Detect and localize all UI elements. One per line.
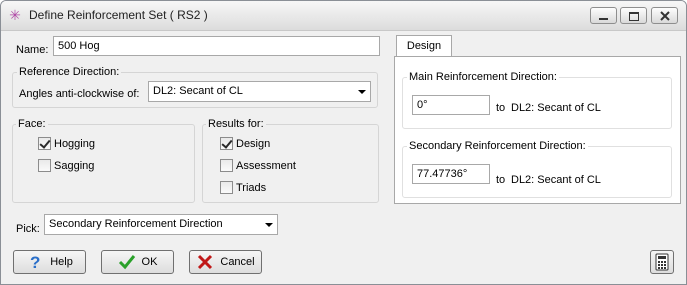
cancel-button[interactable]: Cancel <box>189 250 262 274</box>
triads-label: Triads <box>236 182 267 194</box>
assessment-checkbox[interactable] <box>220 159 233 172</box>
results-for-title: Results for: <box>206 118 266 130</box>
reinforcement-set-icon: ✳ <box>9 7 21 23</box>
sagging-label: Sagging <box>54 160 95 172</box>
minimize-button[interactable] <box>590 7 617 24</box>
main-direction-field[interactable]: 0° <box>412 95 490 115</box>
chevron-down-icon <box>265 223 273 227</box>
secondary-direction-field[interactable]: 77.47736° <box>412 164 490 184</box>
pick-value: Secondary Reinforcement Direction <box>49 218 223 230</box>
sagging-checkbox[interactable] <box>38 159 51 172</box>
secondary-to-label: to <box>496 174 506 186</box>
pick-label: Pick: <box>16 223 40 235</box>
svg-text:?: ? <box>30 253 40 271</box>
angles-reference-select[interactable]: DL2: Secant of CL <box>148 81 371 102</box>
triads-checkbox[interactable] <box>220 181 233 194</box>
window-title: Define Reinforcement Set ( RS2 ) <box>29 8 208 22</box>
tab-design[interactable]: Design <box>396 35 452 57</box>
hogging-label: Hogging <box>54 138 95 150</box>
face-title: Face: <box>16 118 48 130</box>
maximize-button[interactable] <box>620 7 647 24</box>
name-label: Name: <box>16 44 48 56</box>
dialog-window: ✳ Define Reinforcement Set ( RS2 ) Name:… <box>0 0 687 285</box>
main-to-label: to <box>496 102 506 114</box>
cancel-x-icon <box>198 254 213 270</box>
name-field[interactable]: 500 Hog <box>53 36 380 56</box>
help-label: Help <box>50 256 73 268</box>
help-icon: ? <box>30 253 40 271</box>
chevron-down-icon <box>358 90 366 94</box>
ok-button[interactable]: OK <box>101 250 174 274</box>
title-bar[interactable]: ✳ Define Reinforcement Set ( RS2 ) <box>1 1 686 31</box>
assessment-label: Assessment <box>236 160 296 172</box>
calculator-icon <box>655 253 669 271</box>
close-button[interactable] <box>651 7 678 24</box>
secondary-reinforcement-title: Secondary Reinforcement Direction: <box>407 140 588 152</box>
name-label-text: Name: <box>16 44 49 56</box>
main-reference-label: DL2: Secant of CL <box>511 102 601 114</box>
help-button[interactable]: ? Help <box>13 250 86 274</box>
pick-select[interactable]: Secondary Reinforcement Direction <box>44 214 278 235</box>
design-tab-panel: Main Reinforcement Direction: 0° to DL2:… <box>394 56 681 204</box>
main-reinforcement-title: Main Reinforcement Direction: <box>407 71 559 83</box>
cancel-label: Cancel <box>220 256 255 268</box>
angles-reference-value: DL2: Secant of CL <box>153 85 243 97</box>
design-label: Design <box>236 138 271 150</box>
hogging-checkbox[interactable] <box>38 137 51 150</box>
calculator-button[interactable] <box>650 250 674 274</box>
ok-label: OK <box>141 256 158 268</box>
reference-direction-title: Reference Direction: <box>17 66 122 78</box>
secondary-reference-label: DL2: Secant of CL <box>511 174 601 186</box>
checkmark-icon <box>118 255 135 270</box>
angles-label: Angles anti-clockwise of: <box>19 88 140 100</box>
design-checkbox[interactable] <box>220 137 233 150</box>
close-icon <box>660 11 670 21</box>
